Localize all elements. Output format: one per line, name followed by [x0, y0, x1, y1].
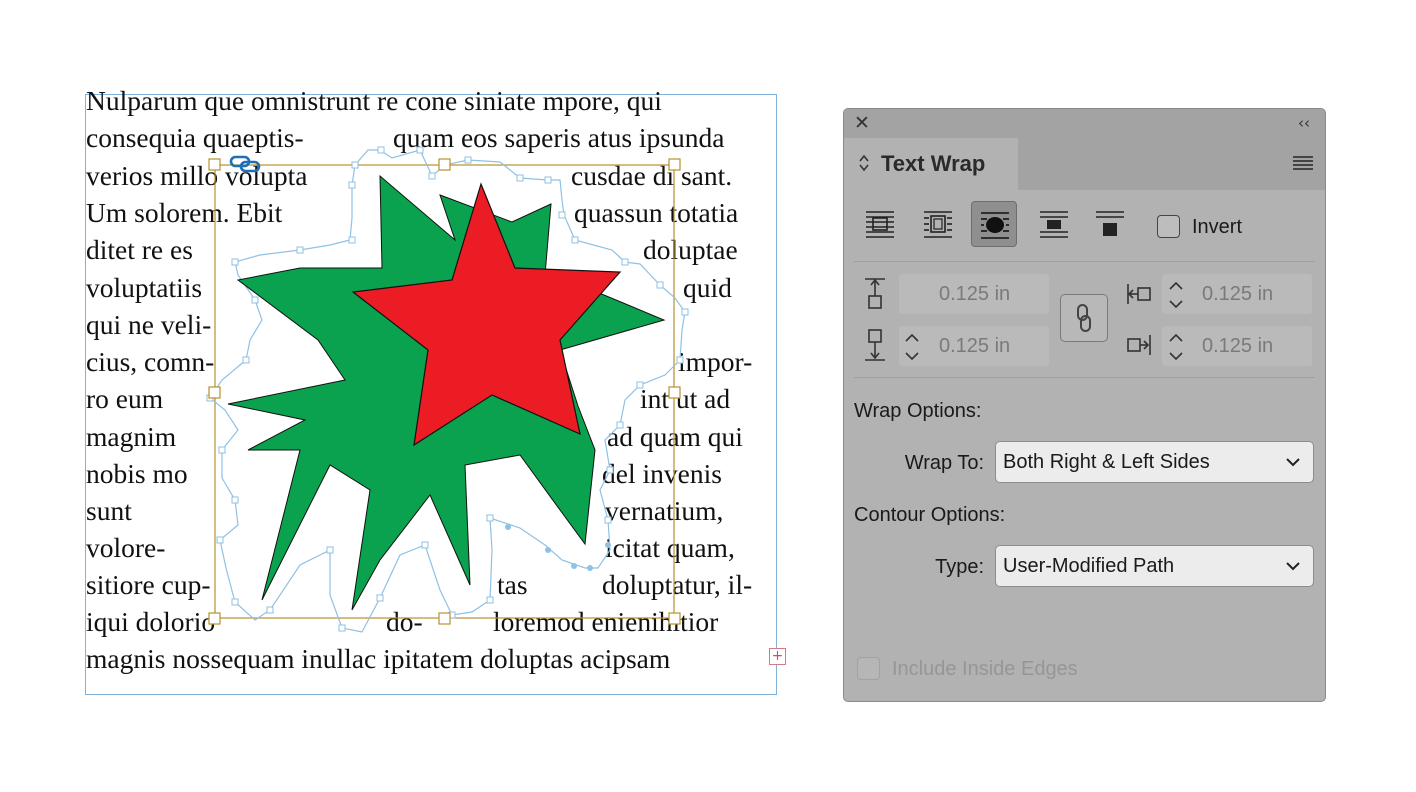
- right-offset-icon: [1127, 335, 1151, 355]
- panel-tab-strip: Text Wrap: [844, 138, 1325, 190]
- close-icon[interactable]: ✕: [852, 113, 872, 133]
- jump-to-next-column-button[interactable]: [1087, 201, 1133, 247]
- tab-text-wrap[interactable]: Text Wrap: [844, 138, 1018, 190]
- top-offset-icon: [865, 278, 885, 309]
- text-line[interactable]: quassun totatia: [574, 199, 738, 227]
- bottom-offset-icon: [865, 329, 885, 361]
- right-offset-stepper[interactable]: [1167, 329, 1185, 365]
- frame-handle-middle-right[interactable]: [668, 386, 681, 399]
- wrap-around-object-shape-icon: [981, 212, 1009, 239]
- frame-handle-bottom-right[interactable]: [668, 612, 681, 625]
- text-line[interactable]: volore-: [86, 534, 165, 562]
- chevron-down-icon: [1286, 562, 1300, 571]
- text-line[interactable]: magnim: [86, 423, 176, 451]
- wrap-to-label: Wrap To:: [904, 452, 984, 474]
- text-line[interactable]: icitat quam,: [605, 534, 735, 562]
- chevron-down-icon: [1286, 458, 1300, 467]
- wrap-around-bounding-box-icon: [924, 211, 952, 238]
- text-line[interactable]: voluptatiis: [86, 274, 202, 302]
- left-offset-stepper[interactable]: [1167, 277, 1185, 313]
- overset-text-icon[interactable]: +: [769, 648, 786, 665]
- text-line[interactable]: ro eum: [86, 385, 163, 413]
- frame-handle-bottom-center[interactable]: [438, 612, 451, 625]
- text-line[interactable]: impor-: [678, 348, 752, 376]
- no-text-wrap-button[interactable]: [857, 201, 903, 247]
- invert-checkbox[interactable]: [1157, 215, 1180, 238]
- text-line[interactable]: Um solorem. Ebit: [86, 199, 282, 227]
- text-line[interactable]: vernatium,: [605, 497, 723, 525]
- type-label: Type:: [935, 556, 984, 578]
- text-line[interactable]: cusdae di sant.: [571, 162, 732, 190]
- text-line[interactable]: ditet re es: [86, 236, 193, 264]
- text-line[interactable]: qui ne veli-: [86, 311, 211, 339]
- frame-handle-top-left[interactable]: [208, 158, 221, 171]
- text-line[interactable]: iqui dolorio: [86, 608, 215, 636]
- text-line[interactable]: consequia quaeptis-: [86, 124, 304, 152]
- tab-chevron-icon[interactable]: [858, 153, 870, 175]
- text-line[interactable]: verios millo volupta: [86, 162, 308, 190]
- text-line[interactable]: nobis mo: [86, 460, 188, 488]
- wrap-around-object-shape-button[interactable]: [971, 201, 1017, 247]
- text-wrap-panel: ✕ ‹‹ Text Wrap Invert 0.125 in 0.125 in …: [843, 108, 1326, 702]
- panel-titlebar[interactable]: ✕ ‹‹: [844, 109, 1325, 138]
- chain-link-icon: [1077, 304, 1091, 332]
- text-line[interactable]: sunt: [86, 497, 132, 525]
- separator: [854, 377, 1315, 378]
- text-line[interactable]: magnis nossequam inullac ipitatem dolupt…: [86, 645, 670, 673]
- include-inside-edges-checkbox[interactable]: [857, 657, 880, 680]
- collapse-panel-icon[interactable]: ‹‹: [1293, 113, 1315, 133]
- text-line[interactable]: int ut ad: [640, 385, 730, 413]
- text-line[interactable]: loremod enienihitior: [493, 608, 718, 636]
- bottom-offset-field[interactable]: 0.125 in: [899, 326, 1049, 366]
- text-line[interactable]: del invenis: [602, 460, 722, 488]
- wrap-options-label: Wrap Options:: [854, 400, 982, 422]
- text-line[interactable]: tas: [497, 571, 528, 599]
- text-line[interactable]: quid: [683, 274, 732, 302]
- text-line[interactable]: cius, comn-: [86, 348, 214, 376]
- include-inside-edges-label: Include Inside Edges: [892, 658, 1078, 680]
- separator: [854, 261, 1315, 262]
- text-line[interactable]: ad quam qui: [607, 423, 743, 451]
- text-line[interactable]: doluptae: [643, 236, 738, 264]
- top-offset-field[interactable]: 0.125 in: [899, 274, 1049, 314]
- text-line[interactable]: doluptatur, il-: [602, 571, 752, 599]
- invert-label: Invert: [1192, 216, 1243, 238]
- contour-options-label: Contour Options:: [854, 504, 1006, 526]
- contour-type-dropdown[interactable]: User-Modified Path: [995, 545, 1314, 587]
- text-line[interactable]: sitiore cup-: [86, 571, 210, 599]
- wrap-around-bounding-box-button[interactable]: [915, 201, 961, 247]
- text-line[interactable]: do-: [386, 608, 423, 636]
- no-text-wrap-icon: [866, 211, 894, 238]
- jump-to-next-column-icon: [1096, 211, 1124, 236]
- text-line[interactable]: quam eos saperis atus ipsunda: [393, 124, 724, 152]
- frame-handle-bottom-left[interactable]: [208, 612, 221, 625]
- left-offset-icon: [1127, 284, 1151, 304]
- frame-handle-top-center[interactable]: [438, 158, 451, 171]
- contour-type-value: User-Modified Path: [1003, 555, 1175, 577]
- jump-object-icon: [1040, 211, 1068, 238]
- wrap-to-value: Both Right & Left Sides: [1003, 451, 1210, 473]
- text-line[interactable]: Nulparum que omnistrunt re cone siniate …: [86, 87, 662, 115]
- wrap-to-dropdown[interactable]: Both Right & Left Sides: [995, 441, 1314, 483]
- make-all-settings-same-button[interactable]: [1060, 294, 1108, 342]
- jump-object-button[interactable]: [1031, 201, 1077, 247]
- frame-handle-middle-left[interactable]: [208, 386, 221, 399]
- frame-handle-top-right[interactable]: [668, 158, 681, 171]
- panel-menu-icon[interactable]: [1293, 156, 1313, 172]
- bottom-offset-stepper[interactable]: [903, 329, 921, 365]
- panel-title: Text Wrap: [881, 151, 986, 176]
